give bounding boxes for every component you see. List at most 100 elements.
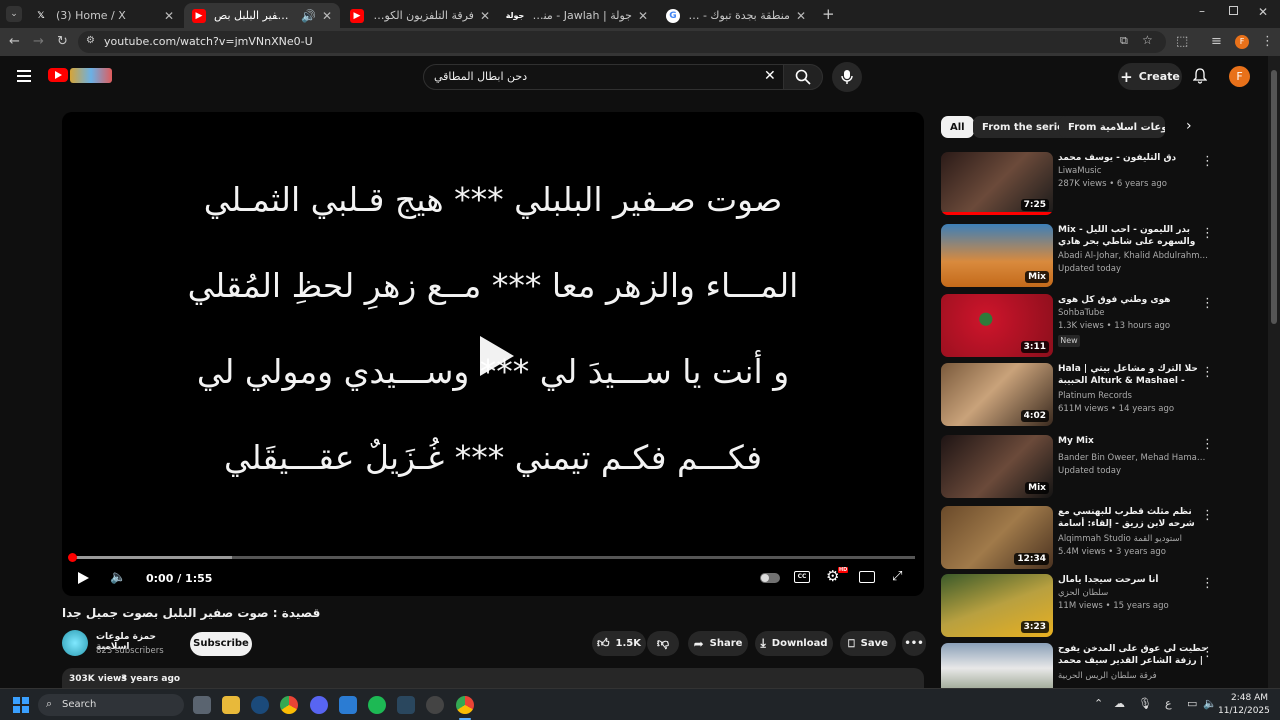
taskbar-search-box[interactable]: ⌕ Search	[38, 694, 184, 716]
extensions-icon[interactable]: ⬚	[1176, 34, 1188, 49]
hamburger-menu-icon[interactable]	[17, 70, 31, 82]
subtitles-icon[interactable]: CC	[794, 571, 810, 583]
tab-youtube-kuwait[interactable]: ▶ فرقة التلفزيون الكويتية / فز الخفق ✕	[342, 3, 498, 28]
windows-start-icon[interactable]	[13, 697, 29, 713]
video-thumbnail[interactable]: 4:02	[941, 363, 1053, 426]
close-icon[interactable]: ✕	[164, 9, 174, 23]
create-button[interactable]: + Create	[1118, 63, 1182, 90]
channel-avatar[interactable]	[62, 630, 88, 656]
steam-icon[interactable]	[251, 696, 269, 714]
video-thumbnail[interactable]: Mix	[941, 224, 1053, 287]
volume-icon[interactable]: 🔈	[110, 570, 126, 585]
scrubber-handle[interactable]	[68, 553, 77, 562]
related-video-card[interactable]: Mix Mix - بدر الليمون - احب الليل والسهر…	[941, 224, 1261, 290]
clock-date[interactable]: 11/12/2025	[1218, 706, 1270, 716]
more-vertical-icon[interactable]: ⋮	[1201, 226, 1214, 241]
search-button[interactable]	[783, 64, 823, 90]
new-tab-icon[interactable]: +	[822, 5, 835, 23]
url-text[interactable]: youtube.com/watch?v=jmVNnXNe0-U	[104, 35, 313, 48]
progress-bar[interactable]	[68, 553, 915, 562]
video-player[interactable]: صوت صـفير البلبلي *** هيج قـلبي الثمـلي …	[62, 112, 924, 596]
profile-avatar[interactable]: F	[1235, 35, 1249, 49]
chevron-right-icon[interactable]: ›	[1186, 118, 1192, 134]
chrome-icon[interactable]	[280, 696, 298, 714]
restore-icon[interactable]	[1229, 6, 1238, 15]
speaker-icon[interactable]: 🔈	[1203, 697, 1217, 710]
related-video-card[interactable]: 4:02 Hala | حلا الترك و مشاعل بيتي الحبي…	[941, 363, 1261, 429]
video-thumbnail[interactable]: Mix	[941, 435, 1053, 498]
spotify-icon[interactable]	[368, 696, 386, 714]
reload-icon[interactable]: ↻	[57, 34, 68, 49]
miniplayer-icon[interactable]	[859, 571, 875, 583]
app-icon[interactable]	[426, 696, 444, 714]
dislike-button[interactable]: 👎︎	[647, 631, 679, 656]
play-button[interactable]	[78, 572, 89, 584]
chrome-active-icon[interactable]	[456, 696, 474, 714]
more-vertical-icon[interactable]: ⋮	[1201, 576, 1214, 591]
voice-search-button[interactable]	[832, 62, 862, 92]
steam-alt-icon[interactable]	[397, 696, 415, 714]
account-avatar[interactable]: F	[1229, 66, 1250, 87]
more-vertical-icon[interactable]: ⋮	[1201, 296, 1214, 311]
video-thumbnail[interactable]: 12:34	[941, 506, 1053, 569]
video-thumbnail[interactable]: 3:23	[941, 574, 1053, 637]
tab-search-icon[interactable]: ⌄	[6, 6, 22, 22]
chip-from-channel[interactable]: From حمزة ملوعات اسلامية	[1059, 116, 1165, 138]
tab-youtube-active[interactable]: ▶ قصيدة : صوت صفير البلبل بص 🔊 ✕	[184, 3, 340, 28]
file-explorer-icon[interactable]	[222, 696, 240, 714]
tray-app-icon[interactable]: ☁	[1114, 697, 1125, 710]
video-thumbnail[interactable]	[941, 643, 1053, 688]
minimize-icon[interactable]: –	[1199, 4, 1205, 18]
save-button[interactable]: ⎕ Save	[840, 631, 896, 656]
download-button[interactable]: ⤓ Download	[755, 631, 833, 656]
network-icon[interactable]: ▭	[1187, 697, 1197, 710]
site-info-icon[interactable]: ⚙	[86, 35, 95, 46]
related-video-card[interactable]: 12:34 نظم مثلث قطرب للبهنسي مع شرحه لابن…	[941, 506, 1261, 572]
forward-icon[interactable]: →	[33, 34, 44, 49]
discord-icon[interactable]	[310, 696, 328, 714]
tray-chevron-icon[interactable]: ⌃	[1094, 697, 1103, 710]
fullscreen-icon[interactable]: ⤢	[892, 569, 902, 584]
video-thumbnail[interactable]: 3:11	[941, 294, 1053, 357]
mail-icon[interactable]	[339, 696, 357, 714]
chip-all[interactable]: All	[941, 116, 974, 138]
notifications-bell-icon[interactable]	[1192, 68, 1208, 84]
cast-icon[interactable]: ⧉	[1120, 34, 1128, 48]
subscribe-button[interactable]: Subscribe	[190, 632, 252, 656]
close-icon[interactable]: ✕	[796, 9, 806, 23]
window-close-icon[interactable]: ✕	[1258, 5, 1268, 19]
scrollbar-thumb[interactable]	[1271, 70, 1277, 324]
related-video-card[interactable]: 3:23 أنا سرحت سيجدا يامال سلطان الحزي 11…	[941, 574, 1261, 640]
related-video-card[interactable]: 3:11 هوى وطني فوق كل هوى SohbaTube 1.3K …	[941, 294, 1261, 360]
clear-search-icon[interactable]: ✕	[764, 68, 776, 84]
big-play-icon[interactable]	[480, 336, 514, 376]
share-button[interactable]: ➦ Share	[688, 631, 748, 656]
autoplay-toggle[interactable]	[760, 573, 780, 583]
video-thumbnail[interactable]: 7:25	[941, 152, 1053, 215]
tab-google-search[interactable]: G منطقة بجدة تبوك - Google Search ✕	[658, 3, 814, 28]
more-vertical-icon[interactable]: ⋮	[1201, 645, 1214, 660]
related-video-card[interactable]: Mix My Mix Bander Bin Oweer, Mehad Hamad…	[941, 435, 1261, 501]
related-video-card[interactable]: حطيت لي عوق على المدخن يفوح | رزفة الشاع…	[941, 643, 1261, 688]
more-vertical-icon[interactable]: ⋮	[1201, 365, 1214, 380]
close-icon[interactable]: ✕	[480, 9, 490, 23]
more-vertical-icon[interactable]: ⋮	[1201, 154, 1214, 169]
back-icon[interactable]: ←	[9, 34, 20, 49]
related-video-card[interactable]: 7:25 دق التليفون - يوسف محمد LiwaMusic 2…	[941, 152, 1261, 218]
more-vertical-icon[interactable]: ⋮	[1201, 508, 1214, 523]
chrome-menu-icon[interactable]: ⋮	[1261, 34, 1274, 49]
address-bar[interactable]: ⚙ youtube.com/watch?v=jmVNnXNe0-U ⧉ ☆	[78, 31, 1166, 53]
more-vertical-icon[interactable]: ⋮	[1201, 437, 1214, 452]
clock-time[interactable]: 2:48 AM	[1228, 693, 1268, 703]
tab-jawlah[interactable]: جولة جولة | Jawlah - منصة الألعاب الت ✕	[500, 3, 656, 28]
audio-playing-icon[interactable]: 🔊	[301, 9, 316, 23]
youtube-logo[interactable]	[48, 68, 112, 85]
language-indicator[interactable]: ع	[1165, 697, 1172, 710]
bookmark-star-icon[interactable]: ☆	[1142, 33, 1153, 47]
tab-x-home[interactable]: 𝕏 (3) Home / X ✕	[26, 3, 182, 28]
page-scrollbar[interactable]	[1268, 56, 1280, 688]
close-icon[interactable]: ✕	[638, 9, 648, 23]
reading-list-icon[interactable]: ≡	[1211, 34, 1222, 49]
close-icon[interactable]: ✕	[322, 9, 332, 23]
search-input[interactable]: دحن ابطال المطاقي ✕	[423, 64, 785, 90]
